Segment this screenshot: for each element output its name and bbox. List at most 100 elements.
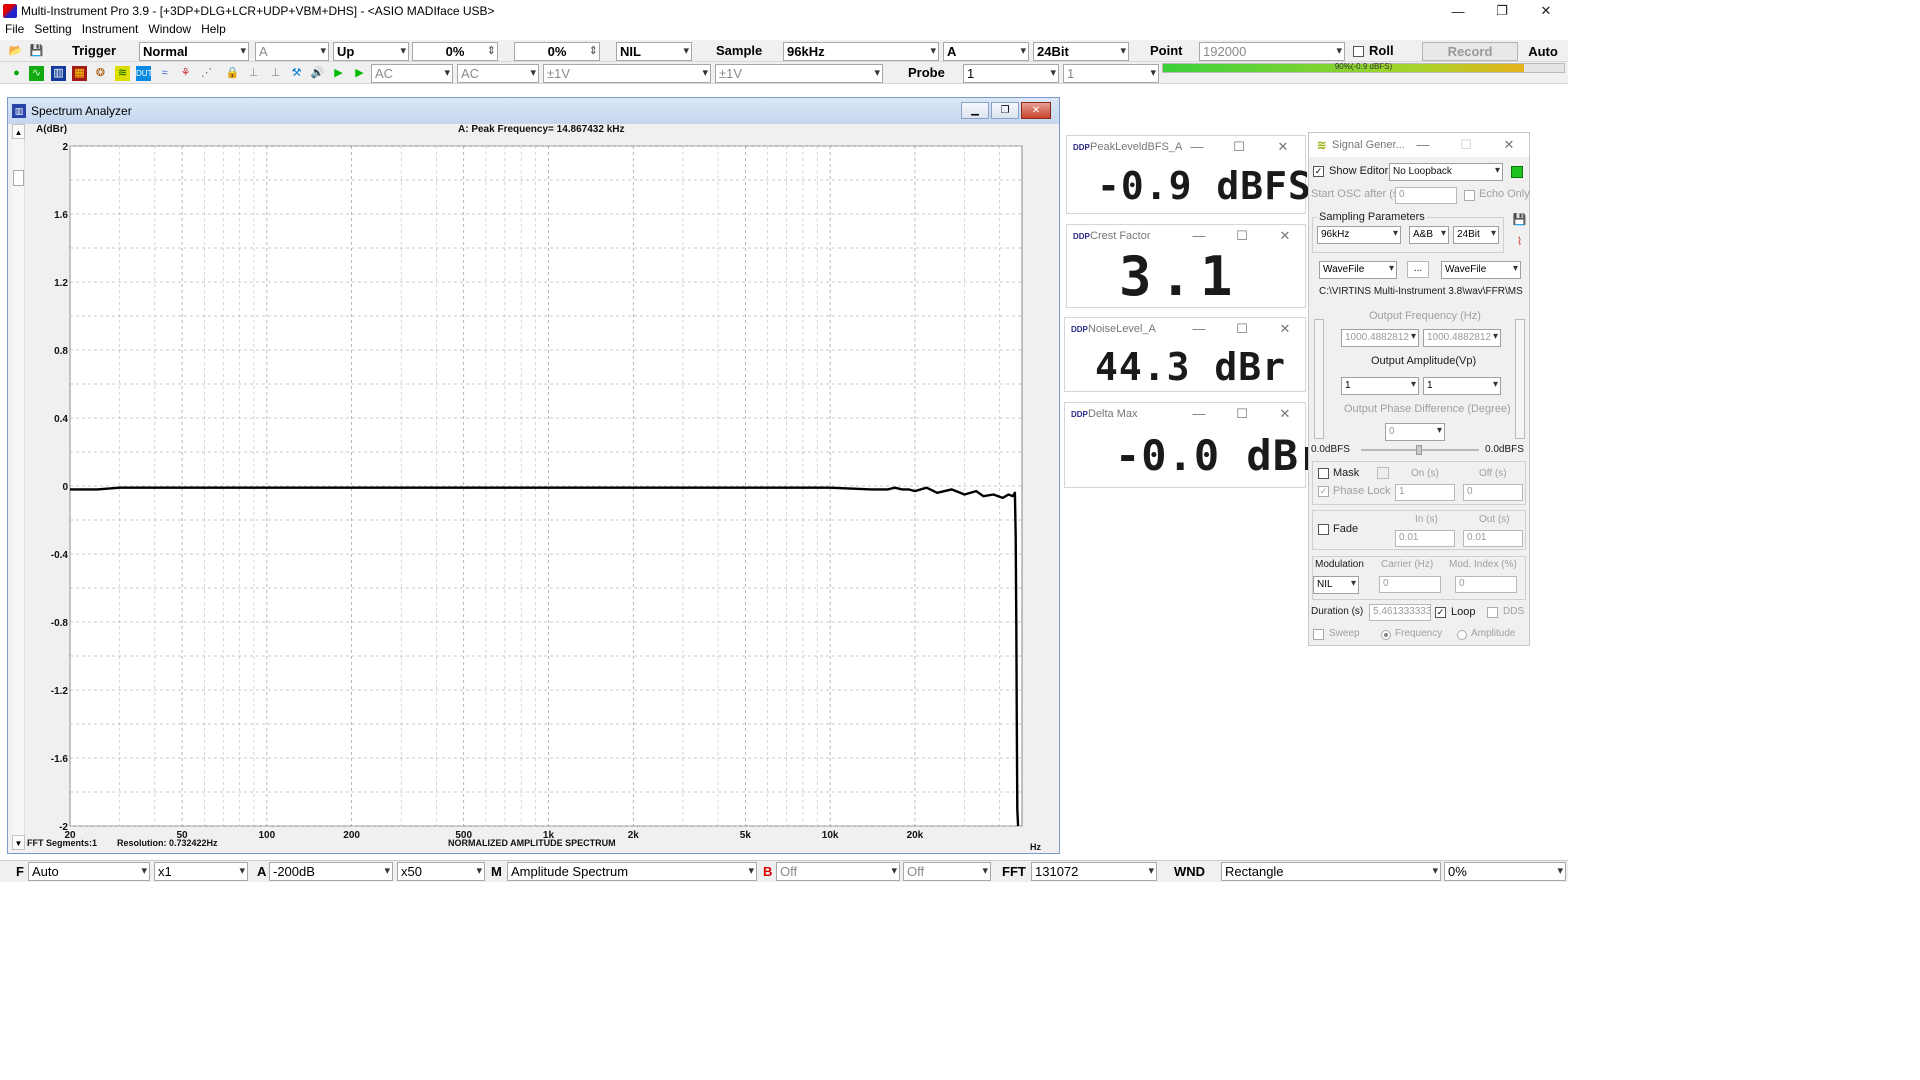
start-osc-input[interactable]: 0: [1395, 187, 1457, 204]
tools-icon[interactable]: ⚒: [289, 66, 304, 81]
loopback-select[interactable]: No Loopback: [1389, 163, 1503, 181]
siggen-maximize-button[interactable]: ☐: [1456, 137, 1476, 153]
probe-b-select[interactable]: 1: [1063, 64, 1159, 83]
oscilloscope-icon[interactable]: ∿: [29, 66, 44, 81]
browse-wave-button[interactable]: ...: [1407, 261, 1429, 278]
start-icon[interactable]: ●: [9, 66, 24, 81]
phase-lock-checkbox[interactable]: ✓: [1318, 486, 1329, 497]
trigger-nil-select[interactable]: NIL: [616, 42, 692, 61]
meter-minimize-button[interactable]: —: [1189, 406, 1209, 421]
dds-checkbox[interactable]: [1487, 607, 1498, 618]
loop-checkbox[interactable]: ✓: [1435, 607, 1446, 618]
phase-select[interactable]: 0: [1385, 423, 1445, 441]
echo-only-checkbox[interactable]: [1464, 190, 1475, 201]
meter-close-button[interactable]: ✕: [1275, 228, 1295, 244]
close-button[interactable]: ✕: [1524, 0, 1568, 22]
fade-in-input[interactable]: 0.01: [1395, 530, 1455, 547]
spectrum-close-button[interactable]: ✕: [1021, 102, 1051, 119]
menu-setting[interactable]: Setting: [29, 22, 76, 36]
mask-on-input[interactable]: 1: [1395, 484, 1455, 501]
spectrum-vertical-scrollbar[interactable]: ▲ ▼: [12, 124, 25, 850]
b-mode2-select[interactable]: Off: [903, 862, 991, 881]
amp-b-select[interactable]: 1: [1423, 377, 1501, 395]
auto-button[interactable]: Auto: [1522, 42, 1564, 61]
trigger-level-spinner[interactable]: 0%: [412, 42, 498, 61]
signal-generator-icon[interactable]: ≋: [115, 66, 130, 81]
channel-select[interactable]: A: [943, 42, 1029, 61]
menu-help[interactable]: Help: [196, 22, 231, 36]
mask-off-input[interactable]: 0: [1463, 484, 1523, 501]
data-logger-icon[interactable]: ⚘: [178, 66, 193, 81]
bit-depth-select[interactable]: 24Bit: [1033, 42, 1129, 61]
save-icon[interactable]: 💾: [29, 44, 44, 59]
record-button[interactable]: Record: [1422, 42, 1518, 61]
range-a-select[interactable]: ±1V: [543, 64, 711, 83]
maximize-button[interactable]: ❐: [1480, 0, 1524, 22]
sweep-icon[interactable]: ≈: [157, 66, 172, 81]
overlap-select[interactable]: 0%: [1444, 862, 1566, 881]
frequency-radio[interactable]: [1381, 630, 1391, 640]
show-editor-checkbox[interactable]: ✓: [1313, 166, 1324, 177]
balance-slider-thumb[interactable]: [1416, 445, 1422, 455]
scroll-up-icon[interactable]: ▲: [12, 124, 25, 139]
fade-out-input[interactable]: 0.01: [1463, 530, 1523, 547]
wave-b-select[interactable]: WaveFile: [1441, 261, 1521, 279]
trigger-edge-select[interactable]: Up: [333, 42, 409, 61]
amp-a-select[interactable]: 1: [1341, 377, 1419, 395]
range-b-select[interactable]: ±1V: [715, 64, 883, 83]
mod-index-input[interactable]: 0: [1455, 576, 1517, 593]
fft-size-select[interactable]: 131072: [1031, 862, 1157, 881]
spectrum-minimize-button[interactable]: ▁: [961, 102, 989, 119]
slider-left-track[interactable]: [1314, 319, 1324, 439]
scroll-thumb[interactable]: [13, 170, 24, 186]
meter-minimize-button[interactable]: —: [1189, 228, 1209, 243]
b-mode-select[interactable]: Off: [776, 862, 900, 881]
carrier-input[interactable]: 0: [1379, 576, 1441, 593]
f-multiplier-select[interactable]: x1: [154, 862, 248, 881]
meter-close-button[interactable]: ✕: [1275, 406, 1295, 422]
meter-maximize-button[interactable]: ☐: [1229, 139, 1249, 155]
mask-color-icon[interactable]: [1377, 467, 1389, 479]
meter-minimize-button[interactable]: —: [1187, 139, 1207, 154]
menu-instrument[interactable]: Instrument: [77, 22, 144, 36]
m-mode-select[interactable]: Amplitude Spectrum: [507, 862, 757, 881]
play-step-icon[interactable]: ▶: [352, 66, 367, 81]
modulation-select[interactable]: NIL: [1313, 576, 1359, 594]
siggen-rate-select[interactable]: 96kHz: [1317, 226, 1401, 244]
meter-close-button[interactable]: ✕: [1273, 139, 1293, 155]
spectrum-plot[interactable]: 21.61.20.80.40-0.4-0.8-1.2-1.6-220 50 100 2…: [26, 138, 1060, 854]
siggen-close-button[interactable]: ✕: [1499, 137, 1519, 153]
cursor-a-icon[interactable]: ⊥: [246, 66, 261, 81]
trigger-mode-select[interactable]: Normal: [139, 42, 249, 61]
phase-plot-icon[interactable]: ❂: [93, 66, 108, 81]
point-select[interactable]: 192000: [1199, 42, 1345, 61]
amplitude-radio[interactable]: [1457, 630, 1467, 640]
menu-file[interactable]: File: [0, 22, 29, 36]
siggen-waveform-icon[interactable]: ⌇: [1512, 235, 1527, 250]
scroll-down-icon[interactable]: ▼: [12, 835, 25, 850]
sample-rate-select[interactable]: 96kHz: [783, 42, 939, 61]
menu-window[interactable]: Window: [143, 22, 196, 36]
dds-icon[interactable]: ⋰: [199, 66, 214, 81]
app-icon[interactable]: [3, 4, 17, 18]
lock-icon[interactable]: 🔒: [225, 66, 240, 81]
meter-maximize-button[interactable]: ☐: [1232, 321, 1252, 337]
slider-right-track[interactable]: [1515, 319, 1525, 439]
freq-b-select[interactable]: 1000.4882812: [1423, 329, 1501, 347]
siggen-bits-select[interactable]: 24Bit: [1453, 226, 1499, 244]
open-icon[interactable]: 📂: [8, 44, 23, 59]
fade-checkbox[interactable]: [1318, 524, 1329, 535]
cursor-b-icon[interactable]: ⊥: [268, 66, 283, 81]
sweep-checkbox[interactable]: [1313, 629, 1324, 640]
speaker-icon[interactable]: 🔊: [310, 66, 325, 81]
roll-checkbox[interactable]: [1353, 46, 1364, 57]
siggen-channels-select[interactable]: A&B: [1409, 226, 1449, 244]
meter-close-button[interactable]: ✕: [1275, 321, 1295, 337]
a-multiplier-select[interactable]: x50: [397, 862, 485, 881]
multimeter-icon[interactable]: ▦: [72, 66, 87, 81]
spectrum-maximize-button[interactable]: ❐: [991, 102, 1019, 119]
f-scale-select[interactable]: Auto: [28, 862, 150, 881]
minimize-button[interactable]: —: [1436, 0, 1480, 22]
mask-checkbox[interactable]: [1318, 468, 1329, 479]
trigger-channel-select[interactable]: A: [255, 42, 329, 61]
